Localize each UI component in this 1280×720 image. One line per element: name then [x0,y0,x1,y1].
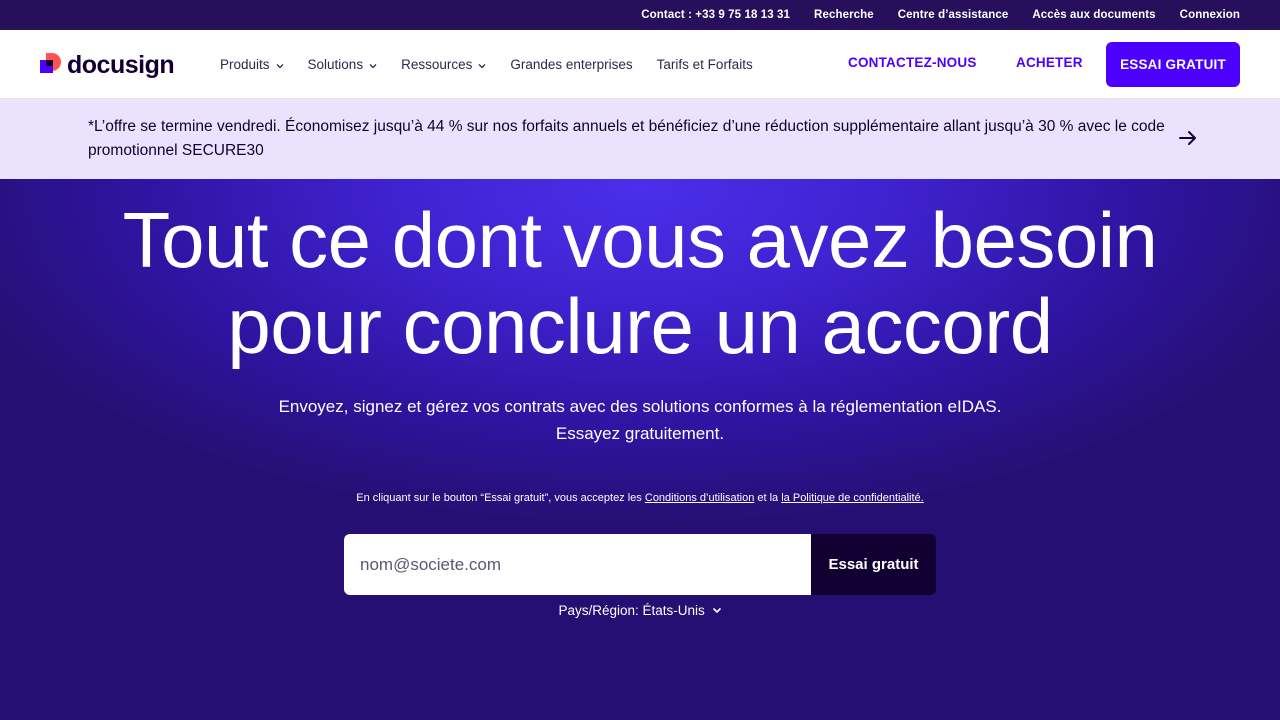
nav-item-label: Tarifs et Forfaits [656,57,753,72]
hero-title-line-1: Tout ce dont vous avez besoin [122,196,1158,284]
utility-bar: Contact : +33 9 75 18 13 31 Recherche Ce… [0,0,1280,30]
logo-wordmark: docusign [67,50,175,79]
contact-us-button[interactable]: CONTACTEZ-NOUS [848,55,977,70]
search-link[interactable]: Recherche [814,9,874,21]
email-field[interactable] [344,534,811,595]
login-link[interactable]: Connexion [1180,9,1240,21]
promo-banner[interactable]: *L’offre se termine vendredi. Économisez… [0,99,1280,179]
hero-subtitle-line-1: Envoyez, signez et gérez vos contrats av… [278,397,1002,416]
nav-item-grandes-enterprises[interactable]: Grandes enterprises [510,57,632,72]
primary-nav-links: Produits Solutions Ressources Grandes en… [220,30,777,99]
arrow-right-icon[interactable] [1178,128,1198,148]
nav-item-label: Grandes enterprises [510,57,633,72]
chevron-down-icon [712,606,722,616]
hero-section: Tout ce dont vous avez besoin pour concl… [0,179,1280,720]
main-navigation: docusign Produits Solutions Ressources G… [0,30,1280,99]
privacy-policy-link[interactable]: la Politique de confidentialité. [781,492,923,504]
buy-button[interactable]: ACHETER [1016,55,1083,70]
hero-title: Tout ce dont vous avez besoin pour concl… [40,197,1240,369]
hero-subtitle: Envoyez, signez et gérez vos contrats av… [140,393,1140,447]
terms-of-use-link[interactable]: Conditions d’utilisation [645,492,754,504]
hero-title-line-2: pour conclure un accord [227,282,1053,370]
nav-item-ressources[interactable]: Ressources [401,57,486,72]
nav-item-tarifs[interactable]: Tarifs et Forfaits [657,57,753,72]
help-center-link[interactable]: Centre d’assistance [898,9,1009,21]
docusign-logo[interactable]: docusign [40,50,175,80]
nav-item-label: Produits [220,57,270,72]
terms-notice: En cliquant sur le bouton “Essai gratuit… [340,489,940,507]
nav-item-solutions[interactable]: Solutions [308,57,378,72]
nav-item-produits[interactable]: Produits [220,57,284,72]
terms-prefix: En cliquant sur le bouton “Essai gratuit… [356,492,645,504]
promo-text: *L’offre se termine vendredi. Économisez… [88,118,1165,159]
hero-subtitle-line-2: Essayez gratuitement. [555,424,725,443]
chevron-down-icon [369,61,377,71]
free-trial-button[interactable]: ESSAI GRATUIT [1106,42,1240,87]
docusign-logo-mark-icon [40,53,63,77]
chevron-down-icon [276,61,284,71]
region-label: Pays/Région: États-Unis [558,603,705,618]
nav-item-label: Ressources [401,57,473,72]
contact-phone-link[interactable]: Contact : +33 9 75 18 13 31 [641,9,790,21]
nav-item-label: Solutions [307,57,364,72]
email-free-trial-button[interactable]: Essai gratuit [811,534,936,595]
terms-middle: et la [754,492,782,504]
document-access-link[interactable]: Accès aux documents [1032,9,1155,21]
chevron-down-icon [478,61,486,71]
country-region-selector[interactable]: Pays/Région: États-Unis [440,603,840,618]
